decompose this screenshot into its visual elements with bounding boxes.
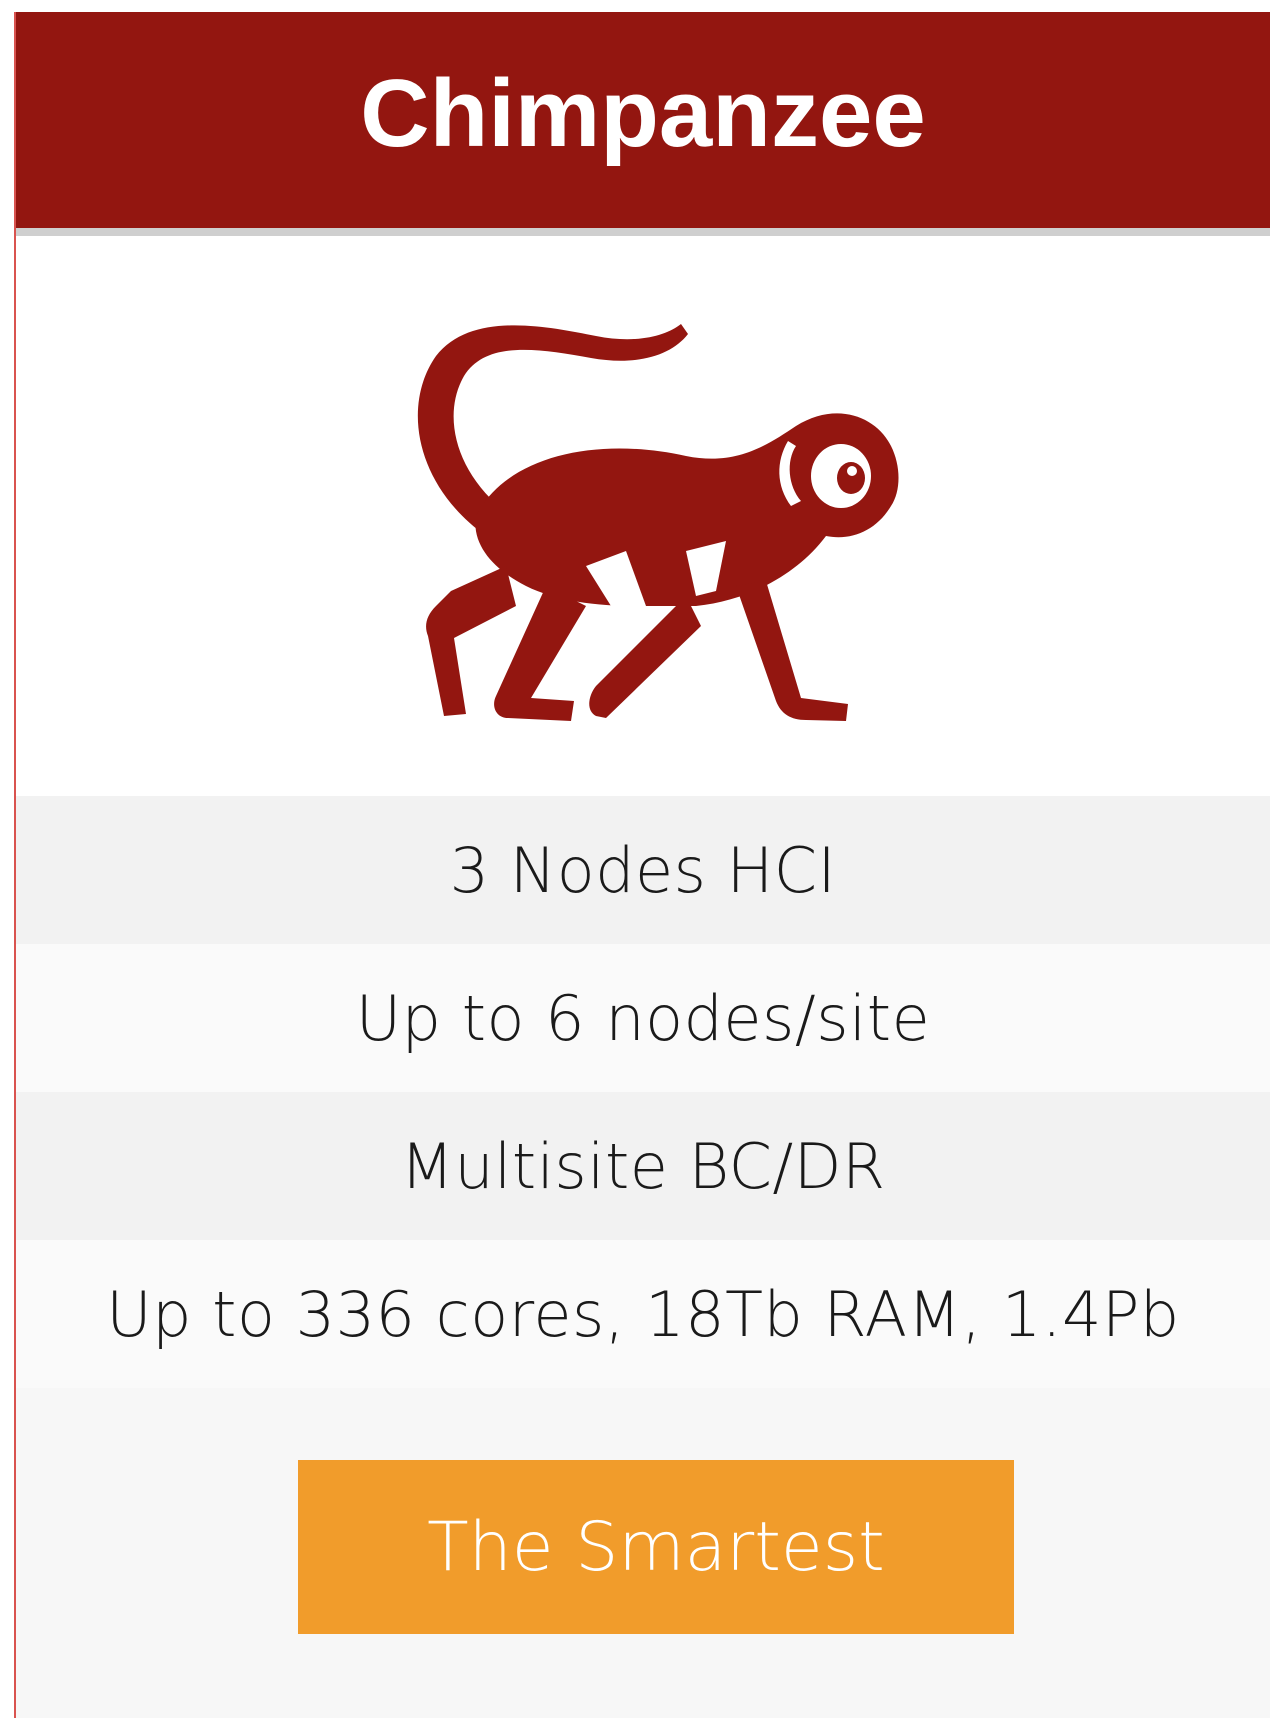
feature-row: 3 Nodes HCI — [16, 796, 1270, 944]
icon-area — [16, 236, 1270, 796]
feature-text: Up to 6 nodes/site — [355, 981, 931, 1055]
the-smartest-button[interactable]: The Smartest — [298, 1460, 1014, 1634]
button-label: The Smartest — [427, 1507, 885, 1587]
monkey-icon — [417, 324, 899, 721]
card-title: Chimpanzee — [360, 60, 926, 167]
feature-row: Multisite BC/DR — [16, 1092, 1270, 1240]
pricing-card: Chimpanzee 3 Nodes HCI Up to 6 nodes/sit… — [14, 12, 1270, 1718]
feature-text: Up to 336 cores, 18Tb RAM, 1.4Pb — [106, 1277, 1180, 1351]
card-header: Chimpanzee — [16, 12, 1270, 236]
feature-text: 3 Nodes HCI — [449, 833, 837, 907]
feature-text: Multisite BC/DR — [400, 1129, 886, 1203]
feature-row: Up to 336 cores, 18Tb RAM, 1.4Pb — [16, 1240, 1270, 1388]
feature-row: Up to 6 nodes/site — [16, 944, 1270, 1092]
